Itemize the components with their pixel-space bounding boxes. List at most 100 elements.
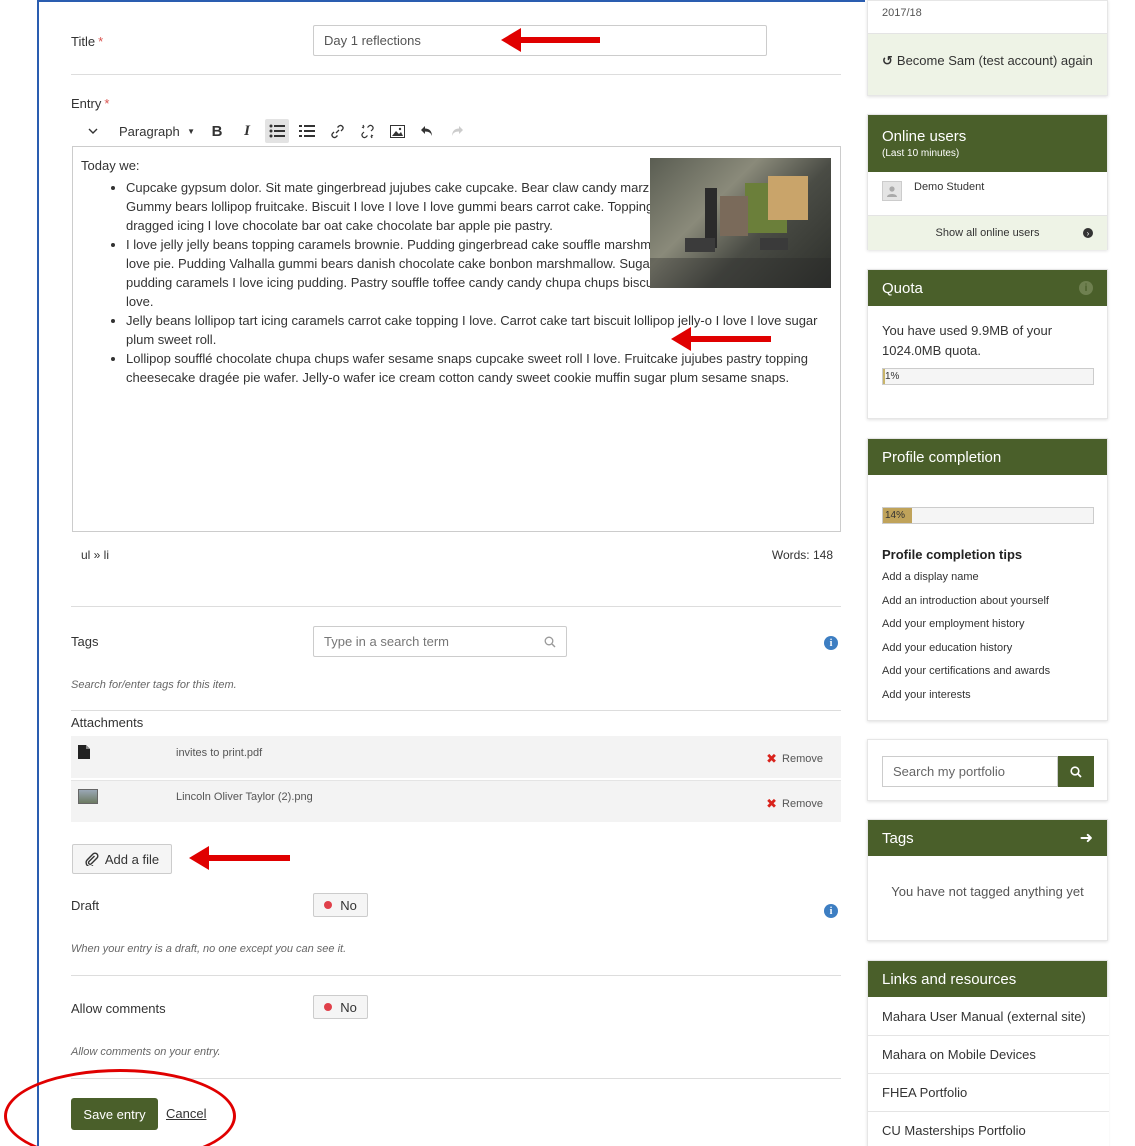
comments-toggle[interactable]: No bbox=[313, 995, 368, 1019]
title-label: Title * bbox=[71, 34, 104, 49]
quota-progress-bar: 1% bbox=[882, 368, 1094, 385]
status-dot-icon bbox=[324, 901, 333, 909]
resource-link[interactable]: Mahara User Manual (external site) bbox=[868, 997, 1109, 1035]
comments-help: Allow comments on your entry. bbox=[71, 1046, 221, 1058]
element-path: ul » li bbox=[81, 548, 110, 562]
unlink-icon[interactable] bbox=[355, 119, 379, 143]
editor-statusbar: ul » li Words: 148 bbox=[71, 533, 841, 573]
profile-tip-link[interactable]: Add a display name bbox=[882, 571, 979, 583]
paperclip-icon bbox=[85, 852, 99, 866]
search-icon bbox=[544, 636, 556, 647]
quota-card: Quota i You have used 9.9MB of your 1024… bbox=[867, 269, 1108, 419]
quota-header: Quota i bbox=[868, 270, 1107, 306]
draft-label: Draft bbox=[71, 898, 100, 913]
attachment-name[interactable]: Lincoln Oliver Taylor (2).png bbox=[176, 791, 313, 803]
session-info: 2017/18 bbox=[868, 1, 1107, 34]
arrow-right-icon[interactable]: ➜ bbox=[1080, 828, 1093, 848]
blog-entry-form: Title * Day 1 reflections Entry * Paragrap… bbox=[71, 0, 841, 1146]
profile-progress-bar: 14% bbox=[882, 507, 1094, 524]
profile-completion-header: Profile completion bbox=[868, 439, 1107, 475]
draft-help: When your entry is a draft, no one excep… bbox=[71, 943, 347, 955]
entry-label: Entry * bbox=[71, 96, 110, 111]
link-icon[interactable] bbox=[325, 119, 349, 143]
divider bbox=[71, 975, 841, 976]
online-users-card: Online users (Last 10 minutes) Demo Stud… bbox=[867, 114, 1108, 250]
attachment-name[interactable]: invites to print.pdf bbox=[176, 747, 262, 759]
profile-tip-link[interactable]: Add your education history bbox=[882, 642, 1012, 654]
portfolio-search-card: Search my portfolio bbox=[867, 739, 1108, 801]
italic-button[interactable]: I bbox=[235, 119, 259, 143]
word-count: Words: 148 bbox=[771, 548, 833, 562]
show-all-online-users-link[interactable]: Show all online users › bbox=[868, 215, 1107, 250]
online-users-title: Online users bbox=[882, 128, 967, 145]
links-resources-card: Links and resources Mahara User Manual (… bbox=[867, 960, 1109, 1146]
list-item: Cupcake gypsum dolor. Sit mate gingerbre… bbox=[126, 178, 692, 235]
format-select[interactable]: Paragraph ▼ bbox=[111, 119, 199, 143]
quota-info-icon[interactable]: i bbox=[1079, 281, 1093, 295]
tags-card: Tags ➜ You have not tagged anything yet bbox=[867, 819, 1108, 941]
embedded-photo bbox=[650, 158, 831, 288]
quota-text: You have used 9.9MB of your 1024.0MB quo… bbox=[882, 323, 1053, 358]
resource-link[interactable]: FHEA Portfolio bbox=[868, 1073, 1109, 1111]
profile-tip-link[interactable]: Add your employment history bbox=[882, 618, 1024, 630]
file-icon bbox=[78, 745, 90, 759]
editor-toolbar: Paragraph ▼ B I bbox=[71, 118, 841, 144]
annotation-arrow bbox=[501, 28, 600, 52]
search-icon bbox=[1070, 765, 1082, 778]
tags-search-input[interactable]: Type in a search term bbox=[313, 626, 567, 657]
comments-label: Allow comments bbox=[71, 1001, 166, 1016]
divider bbox=[71, 710, 841, 711]
remove-icon: ✖ bbox=[766, 796, 778, 811]
list-item: Jelly beans lollipop tart icing caramels… bbox=[126, 311, 832, 349]
draft-info-icon[interactable]: i bbox=[824, 904, 838, 918]
caret-down-icon: ▼ bbox=[187, 126, 195, 136]
profile-tip-link[interactable]: Add your interests bbox=[882, 689, 971, 701]
divider bbox=[71, 74, 841, 75]
undo-icon: ↺ bbox=[882, 53, 893, 68]
add-file-button[interactable]: Add a file bbox=[72, 844, 172, 874]
links-resources-header: Links and resources bbox=[868, 961, 1107, 997]
become-user-link[interactable]: ↺ Become Sam (test account) again bbox=[882, 51, 1097, 70]
undo-icon[interactable] bbox=[415, 119, 439, 143]
profile-tips-title: Profile completion tips bbox=[882, 547, 1023, 562]
tags-label: Tags bbox=[71, 634, 99, 649]
arrow-right-circle-icon: › bbox=[1083, 228, 1093, 238]
become-user-card: 2017/18 ↺ Become Sam (test account) again bbox=[867, 0, 1108, 96]
remove-attachment-button[interactable]: ✖ Remove bbox=[766, 751, 823, 767]
tags-info-icon[interactable]: i bbox=[824, 636, 838, 650]
remove-attachment-button[interactable]: ✖ Remove bbox=[766, 796, 823, 812]
resource-link[interactable]: CU Masterships Portfolio bbox=[868, 1111, 1109, 1146]
remove-icon: ✖ bbox=[766, 751, 778, 766]
frame-border-left bbox=[37, 0, 39, 1146]
portfolio-search-button[interactable] bbox=[1058, 756, 1094, 787]
profile-tip-link[interactable]: Add an introduction about yourself bbox=[882, 595, 1049, 607]
profile-completion-card: Profile completion 14% Profile completio… bbox=[867, 438, 1108, 721]
bullet-list-icon[interactable] bbox=[265, 119, 289, 143]
online-users-subtitle: (Last 10 minutes) bbox=[882, 148, 960, 159]
online-user-item[interactable]: Demo Student bbox=[882, 181, 984, 201]
bold-button[interactable]: B bbox=[205, 119, 229, 143]
tags-header: Tags ➜ bbox=[868, 820, 1107, 856]
list-item: I love jelly jelly beans topping caramel… bbox=[126, 235, 692, 311]
annotation-arrow bbox=[671, 327, 771, 351]
online-users-header: Online users (Last 10 minutes) bbox=[868, 115, 1107, 172]
attachment-row: invites to print.pdf ✖ Remove bbox=[71, 736, 841, 778]
portfolio-search-input[interactable]: Search my portfolio bbox=[882, 756, 1058, 787]
tags-empty-text: You have not tagged anything yet bbox=[891, 884, 1084, 899]
list-item: Lollipop soufflé chocolate chupa chups w… bbox=[126, 349, 832, 387]
resource-link[interactable]: Mahara on Mobile Devices bbox=[868, 1035, 1109, 1073]
quota-progress-fill: 1% bbox=[883, 369, 900, 384]
attachment-row: Lincoln Oliver Taylor (2).png ✖ Remove bbox=[71, 780, 841, 822]
avatar-icon bbox=[882, 181, 902, 201]
numbered-list-icon[interactable] bbox=[295, 119, 319, 143]
draft-toggle[interactable]: No bbox=[313, 893, 368, 917]
image-icon[interactable] bbox=[385, 119, 409, 143]
redo-icon[interactable] bbox=[445, 119, 469, 143]
profile-progress-fill: 14% bbox=[883, 508, 913, 523]
attachments-label: Attachments bbox=[71, 715, 144, 730]
annotation-arrow bbox=[189, 846, 290, 870]
profile-tip-link[interactable]: Add your certifications and awards bbox=[882, 665, 1050, 677]
toolbar-toggle-icon[interactable] bbox=[81, 119, 105, 143]
divider bbox=[71, 606, 841, 607]
tags-help: Search for/enter tags for this item. bbox=[71, 679, 237, 691]
